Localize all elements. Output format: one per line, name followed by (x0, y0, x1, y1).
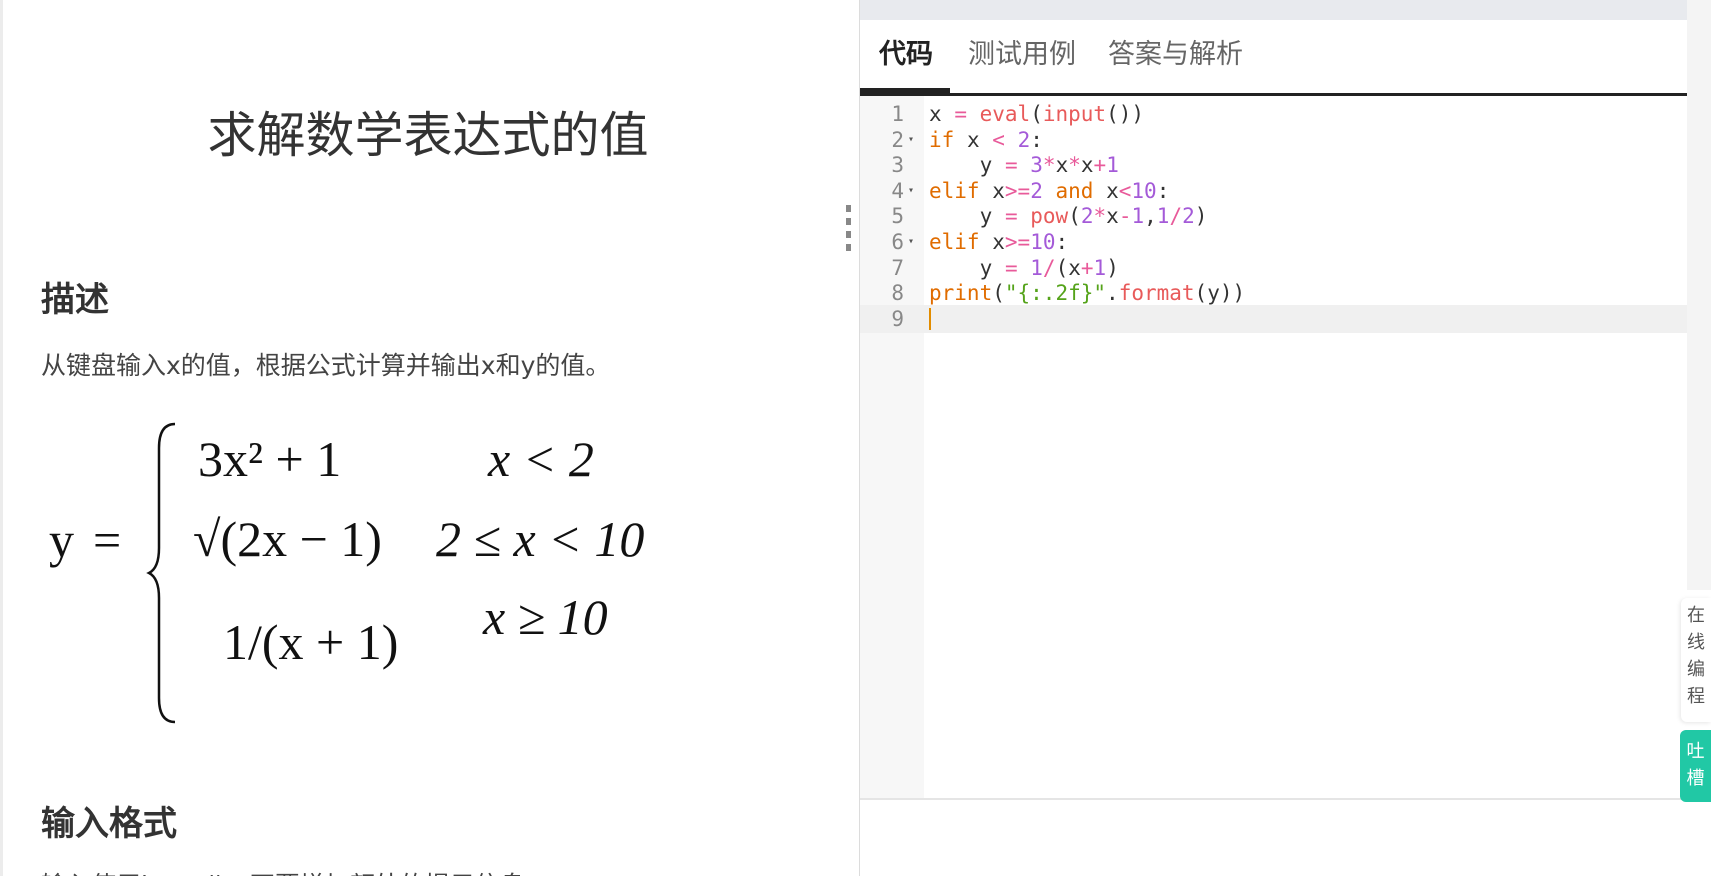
online-coding-char: 编 (1687, 659, 1705, 680)
line-number: 7 (891, 255, 904, 280)
line-number: 5 (891, 204, 904, 229)
formula-case3-expr: 1/(x + 1) (223, 614, 399, 670)
editor-panel: 代码 测试用例 答案与解析 1x = eval(input()) 2 ▾ if x <… (859, 0, 1688, 876)
code-line[interactable]: 6 ▾ elif x>=10: (860, 228, 1688, 256)
grip-dot (846, 244, 851, 251)
formula-brace (146, 422, 176, 724)
feedback-char: 吐 (1686, 741, 1705, 762)
input-format-text: 输入使用input()，不要增加额外的提示信息。 (41, 866, 550, 876)
tab-answer-analysis[interactable]: 答案与解析 (1108, 20, 1243, 96)
editor-tabs: 代码 测试用例 答案与解析 (860, 20, 1688, 96)
feedback-button[interactable]: 吐 槽 (1680, 730, 1711, 802)
line-number: 9 (891, 306, 904, 331)
problem-title: 求解数学表达式的值 (207, 107, 649, 164)
code-editor[interactable]: 1x = eval(input()) 2 ▾ if x < 2: 3 y = 3*x*x… (860, 96, 1688, 800)
description-text: 从键盘输入x的值，根据公式计算并输出x和y的值。 (41, 351, 611, 380)
panel-resize-handle[interactable] (844, 205, 854, 260)
code-line[interactable]: 5 y = pow(2*x-1,1/2) (860, 202, 1688, 230)
code-text: x = eval(input()) (929, 102, 1145, 126)
code-line[interactable]: 1 x = eval(input()) (860, 100, 1688, 128)
page-scrollbar[interactable] (1687, 0, 1711, 590)
active-tab-indicator (860, 88, 950, 94)
online-coding-char: 线 (1687, 632, 1705, 653)
code-text: elif x>=10: (929, 230, 1069, 254)
line-number: 4 (891, 178, 904, 203)
online-coding-char: 在 (1687, 605, 1705, 626)
code-text: elif x>=2 and x<10: (929, 178, 1170, 203)
text-cursor (929, 307, 931, 330)
tab-code[interactable]: 代码 (879, 20, 933, 96)
fold-toggle-icon[interactable]: ▾ (908, 228, 914, 256)
code-text: y = pow(2*x-1,1/2) (979, 204, 1208, 229)
grip-dot (846, 205, 851, 212)
fold-toggle-icon[interactable]: ▾ (908, 177, 914, 205)
code-line[interactable]: 3 y = 3*x*x+1 (860, 151, 1688, 179)
code-text: print("{:.2f}".format(y)) (929, 281, 1246, 306)
code-line[interactable]: 7 y = 1/(x+1) (860, 254, 1688, 282)
fold-toggle-icon[interactable]: ▾ (908, 126, 914, 154)
line-number: 8 (891, 281, 904, 306)
line-number: 6 (891, 230, 904, 254)
formula-case1-condition: x < 2 (488, 431, 594, 487)
formula-case1-expr: 3x² + 1 (198, 431, 342, 487)
online-coding-button[interactable]: 在 线 编 程 (1681, 598, 1711, 722)
feedback-char: 槽 (1686, 768, 1705, 789)
code-text: y = 1/(x+1) (979, 255, 1119, 280)
code-line[interactable]: 8 print("{:.2f}".format(y)) (860, 279, 1688, 307)
input-format-heading: 输入格式 (41, 804, 177, 844)
formula-case3-condition: x ≥ 10 (483, 589, 608, 645)
tab-test-cases[interactable]: 测试用例 (968, 20, 1076, 96)
piecewise-formula: y = 3x² + 1 x < 2 √(2x − 1) 2 ≤ x < 10 1… (43, 418, 703, 728)
code-line[interactable]: 4 ▾ elif x>=2 and x<10: (860, 177, 1688, 205)
line-number: 2 (891, 127, 904, 152)
code-text: y = 3*x*x+1 (979, 153, 1119, 178)
editor-top-strip (860, 0, 1688, 20)
line-number: 1 (891, 102, 904, 126)
description-heading: 描述 (41, 280, 109, 320)
problem-panel: 求解数学表达式的值 描述 从键盘输入x的值，根据公式计算并输出x和y的值。 y … (0, 0, 858, 876)
code-line[interactable]: 9 (860, 304, 1688, 333)
grip-dot (846, 218, 851, 225)
code-text: if x < 2: (929, 127, 1043, 152)
formula-equals: = (93, 512, 122, 568)
formula-lhs: y (49, 512, 74, 568)
line-number: 3 (891, 153, 904, 178)
formula-case2-condition: 2 ≤ x < 10 (436, 511, 645, 567)
online-coding-char: 程 (1687, 686, 1705, 707)
code-line[interactable]: 2 ▾ if x < 2: (860, 126, 1688, 154)
grip-dot (846, 231, 851, 238)
formula-case2-expr: √(2x − 1) (193, 511, 382, 567)
